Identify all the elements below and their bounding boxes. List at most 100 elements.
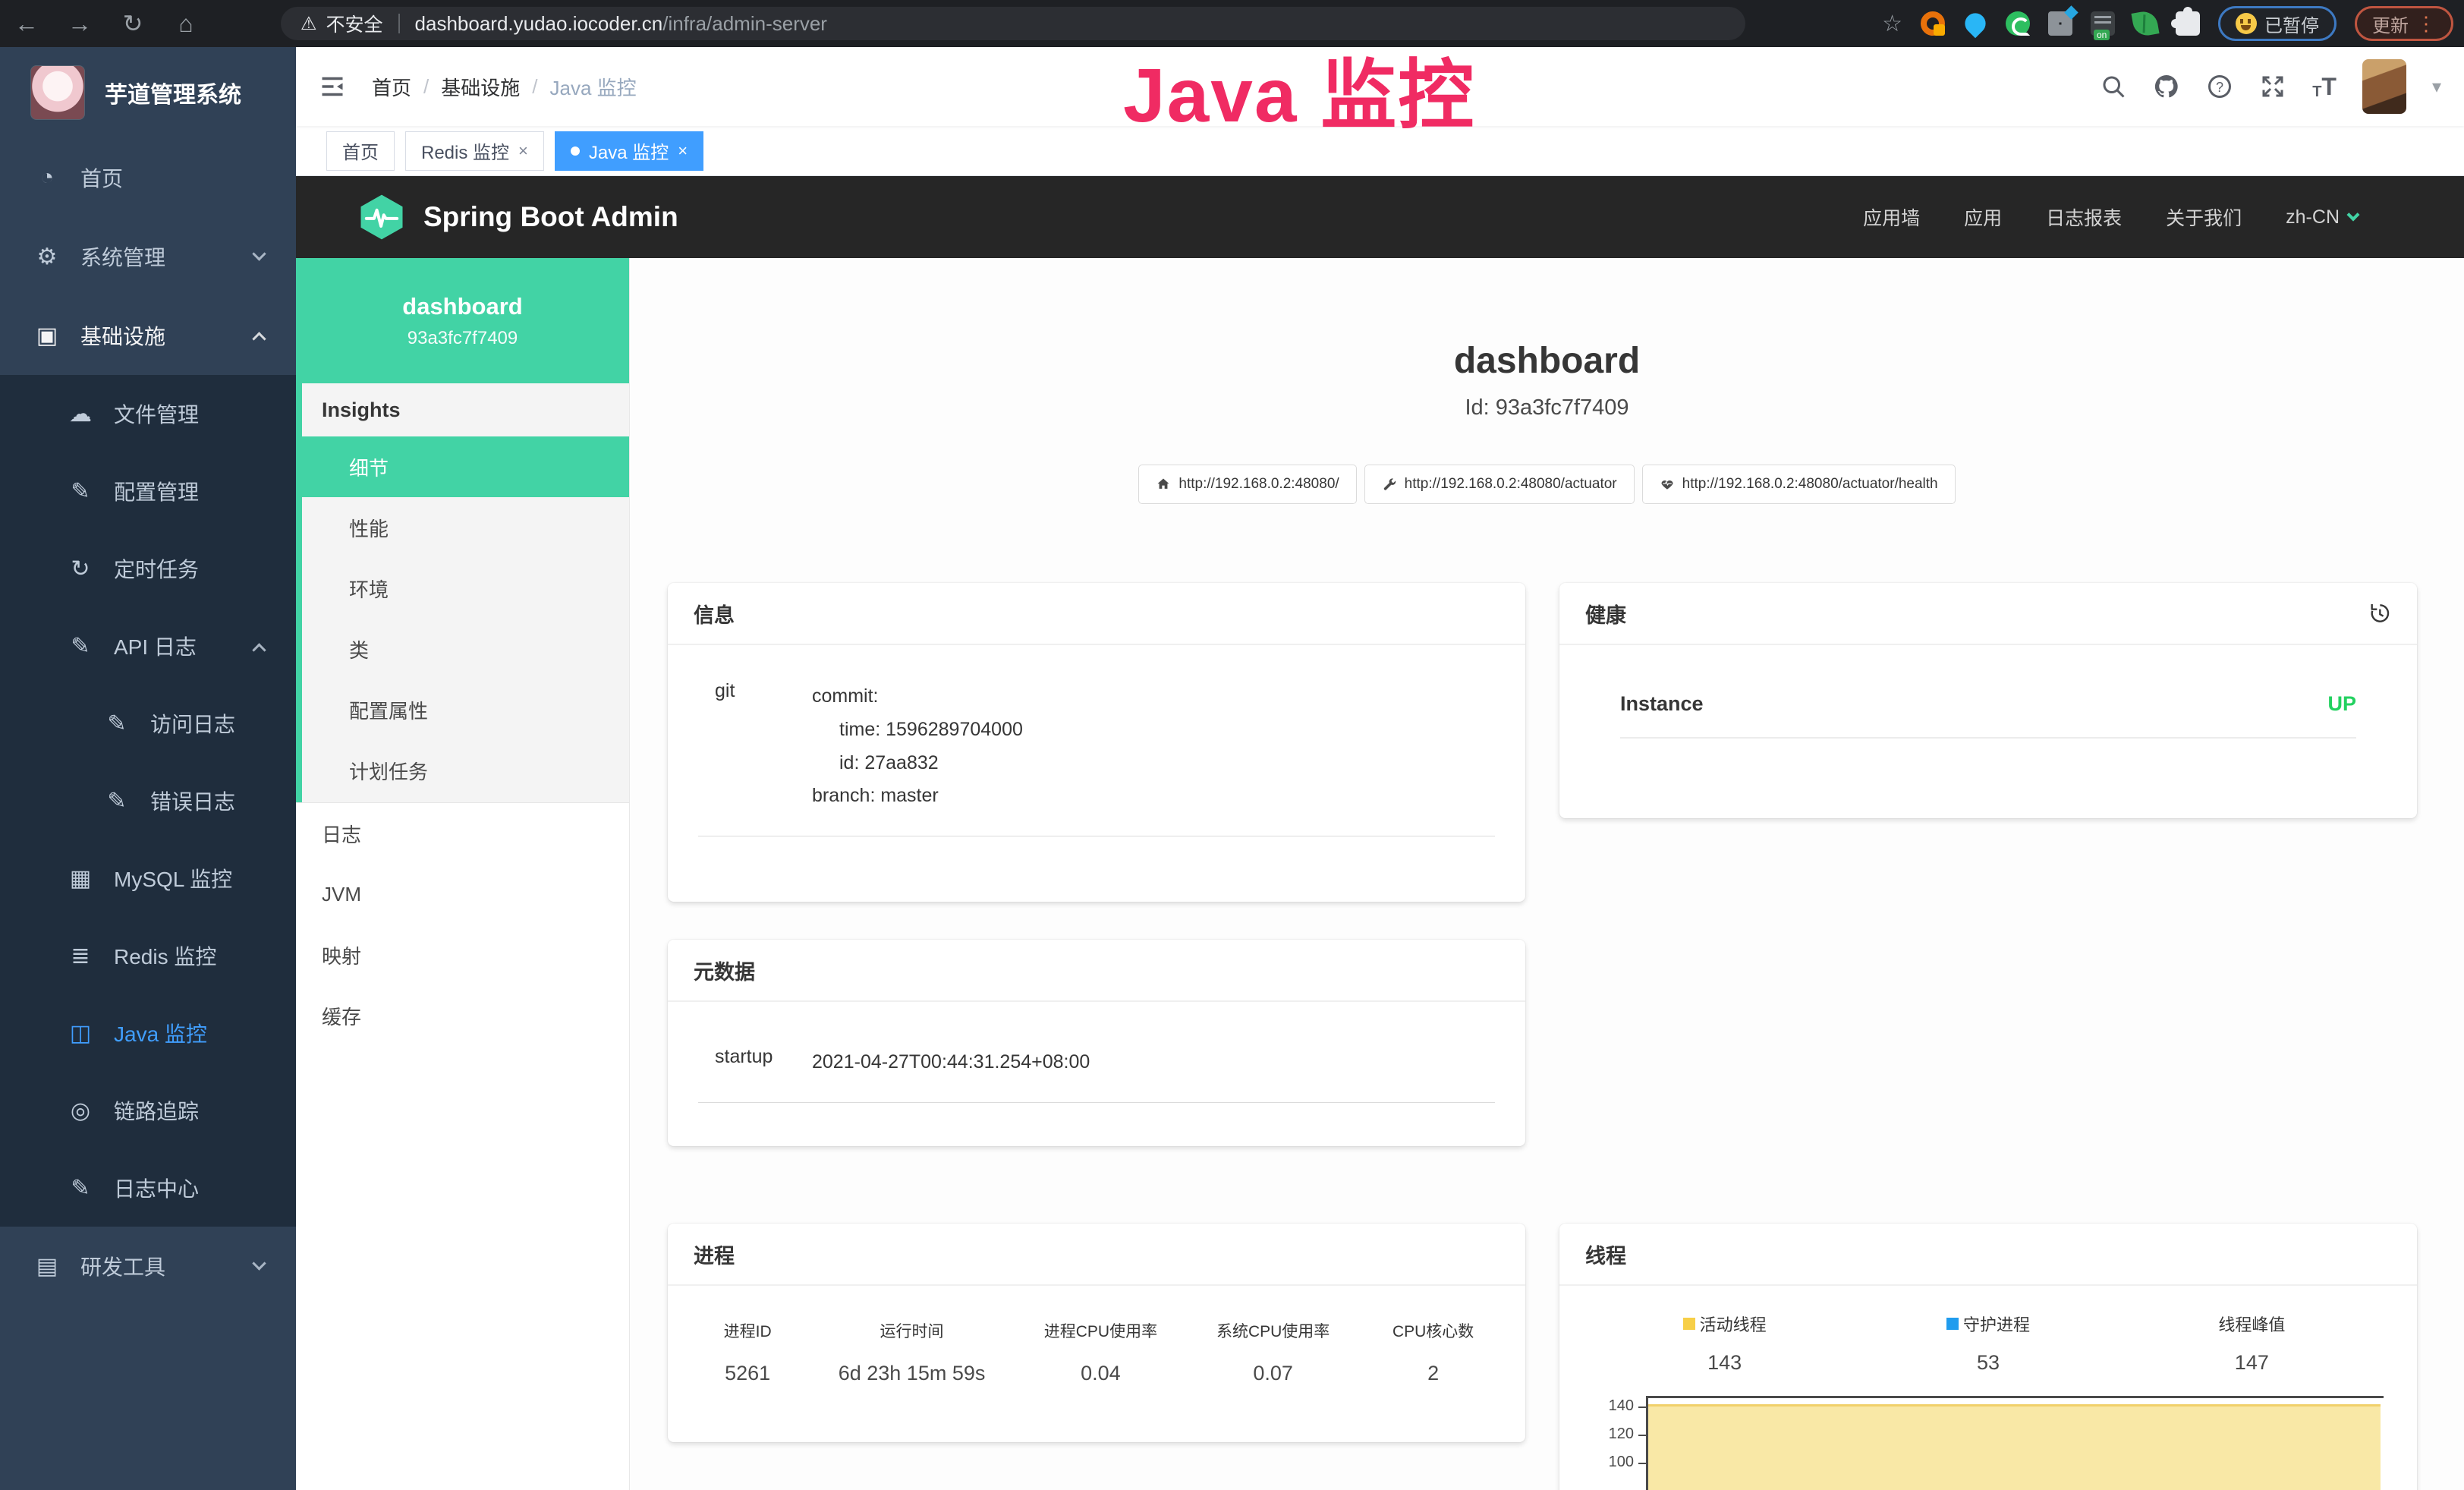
bookmark-star-icon[interactable] <box>1882 11 1902 37</box>
browser-back-icon[interactable] <box>0 10 53 38</box>
user-avatar[interactable] <box>2362 59 2406 114</box>
sidebar-item-label: 错误日志 <box>150 786 235 816</box>
sba-item-metrics[interactable]: 性能 <box>296 497 629 558</box>
health-card-body: Instance UP <box>1559 645 2417 739</box>
search-icon[interactable] <box>2100 73 2127 100</box>
sidebar-item-scheduled-tasks[interactable]: 定时任务 <box>0 530 296 607</box>
annotation-java-monitor: Java 监控 <box>1123 33 1475 143</box>
sba-sidebar: dashboard 93a3fc7f7409 Insights 细节 性能 环境… <box>296 258 630 1490</box>
extensions-puzzle-icon[interactable] <box>2176 11 2200 36</box>
sidebar-item-trace[interactable]: 链路追踪 <box>0 1072 296 1149</box>
breadcrumb-home[interactable]: 首页 <box>372 73 411 101</box>
sba-item-scheduled-tasks[interactable]: 计划任务 <box>296 740 629 801</box>
tab-redis-monitor[interactable]: Redis 监控 <box>405 131 544 171</box>
address-bar[interactable]: 不安全 dashboard.yudao.iocoder.cn /infra/ad… <box>281 7 1745 40</box>
wrench-icon <box>1382 477 1397 492</box>
sidebar-item-mysql-monitor[interactable]: MySQL 监控 <box>0 840 296 917</box>
sba-item-classes[interactable]: 类 <box>296 619 629 679</box>
sidebar-item-error-logs[interactable]: 错误日志 <box>0 762 296 840</box>
health-url-button[interactable]: http://192.168.0.2:48080/actuator/health <box>1642 465 1956 504</box>
sidebar-item-home[interactable]: 首页 <box>0 138 296 217</box>
extension-orange-icon[interactable] <box>1921 11 1945 36</box>
browser-home-icon[interactable] <box>159 10 212 38</box>
sidebar-item-infrastructure[interactable]: 基础设施 <box>0 296 296 375</box>
sidebar-item-system-management[interactable]: 系统管理 <box>0 217 296 296</box>
instance-id-subtitle: Id: 93a3fc7f7409 <box>630 395 2464 421</box>
edit-icon <box>102 710 132 737</box>
browser-menu-dots-icon[interactable] <box>2416 12 2436 36</box>
emoji-face-icon <box>2236 13 2257 34</box>
font-size-icon[interactable] <box>2312 73 2337 101</box>
update-chip[interactable]: 更新 <box>2355 6 2453 41</box>
sba-nav-about[interactable]: 关于我们 <box>2166 203 2242 231</box>
browser-reload-icon[interactable] <box>106 9 159 38</box>
avatar-caret-icon[interactable] <box>2432 76 2441 98</box>
sba-item-environment[interactable]: 环境 <box>296 558 629 619</box>
tab-java-monitor[interactable]: Java 监控 <box>555 131 703 171</box>
extension-leaf-icon[interactable] <box>2131 9 2159 37</box>
sidebar-item-log-center[interactable]: 日志中心 <box>0 1149 296 1227</box>
actuator-url-button[interactable]: http://192.168.0.2:48080/actuator <box>1364 465 1635 504</box>
briefcase-icon <box>32 1253 62 1280</box>
breadcrumb-separator <box>532 75 537 99</box>
service-url-button[interactable]: http://192.168.0.2:48080/ <box>1138 465 1356 504</box>
extension-switch-icon[interactable] <box>2091 11 2115 36</box>
instance-header[interactable]: dashboard 93a3fc7f7409 <box>296 258 629 383</box>
sidebar-item-config-management[interactable]: 配置管理 <box>0 452 296 530</box>
breadcrumb-infrastructure[interactable]: 基础设施 <box>441 73 520 101</box>
sba-nav-journal[interactable]: 日志报表 <box>2046 203 2122 231</box>
sba-item-config-props[interactable]: 配置属性 <box>296 679 629 740</box>
sidebar-item-label: 日志中心 <box>114 1173 199 1203</box>
sba-brand-title: Spring Boot Admin <box>423 201 678 233</box>
admin-sidebar: 芋道管理系统 首页 系统管理 基础设施 文件管理 配置管理 <box>0 47 296 1490</box>
startup-key: startup <box>698 1046 812 1079</box>
health-instance-label: Instance <box>1620 692 1704 716</box>
process-card-header: 进程 <box>668 1224 1525 1286</box>
insights-group: Insights 细节 性能 环境 类 配置属性 计划任务 <box>296 383 629 803</box>
browser-forward-icon[interactable] <box>53 10 106 38</box>
live-threads-band <box>1648 1404 2381 1490</box>
sba-item-mappings[interactable]: 映射 <box>296 925 629 985</box>
sba-item-caches[interactable]: 缓存 <box>296 985 629 1046</box>
sidebar-item-api-logs[interactable]: API 日志 <box>0 607 296 685</box>
update-label: 更新 <box>2372 11 2409 37</box>
legend-live-threads: 活动线程 <box>1683 1312 1767 1336</box>
github-icon[interactable] <box>2153 73 2180 100</box>
extension-pin-icon[interactable] <box>1961 9 1990 38</box>
sidebar-item-label: 链路追踪 <box>114 1095 199 1126</box>
locale-selector[interactable]: zh-CN <box>2286 206 2358 228</box>
sba-item-logs[interactable]: 日志 <box>296 803 629 864</box>
tab-home[interactable]: 首页 <box>326 131 395 171</box>
sba-item-details[interactable]: 细节 <box>296 436 629 497</box>
paused-chip[interactable]: 已暂停 <box>2218 6 2337 41</box>
sidebar-item-file-management[interactable]: 文件管理 <box>0 375 296 452</box>
info-card-header: 信息 <box>668 583 1525 645</box>
sidebar-fold-icon[interactable] <box>319 73 346 100</box>
health-instance-row[interactable]: Instance UP <box>1620 692 2356 739</box>
sidebar-item-label: 访问日志 <box>150 708 235 739</box>
sba-nav-wallboard[interactable]: 应用墙 <box>1863 203 1920 231</box>
sidebar-item-access-logs[interactable]: 访问日志 <box>0 685 296 762</box>
sidebar-item-java-monitor[interactable]: Java 监控 <box>0 994 296 1072</box>
sba-nav-applications[interactable]: 应用 <box>1964 203 2002 231</box>
chart-y-axis: 140 120 100 <box>1593 1396 1646 1490</box>
cloud-upload-icon <box>65 401 96 427</box>
java-monitor-icon <box>65 1020 96 1047</box>
sba-navbar: Spring Boot Admin 应用墙 应用 日志报表 关于我们 zh-CN <box>296 176 2464 258</box>
close-icon[interactable] <box>518 141 528 161</box>
sba-item-jvm[interactable]: JVM <box>296 864 629 925</box>
sidebar-item-dev-tools[interactable]: 研发工具 <box>0 1227 296 1306</box>
help-icon[interactable]: ? <box>2206 73 2233 100</box>
edit-icon <box>65 478 96 505</box>
extension-yuque-icon[interactable] <box>2006 11 2030 36</box>
not-secure-warning-icon <box>301 13 317 35</box>
process-col-pid: 进程ID <box>686 1319 809 1342</box>
health-url: http://192.168.0.2:48080/actuator/health <box>1682 476 1938 493</box>
sidebar-item-redis-monitor[interactable]: Redis 监控 <box>0 917 296 994</box>
close-icon[interactable] <box>678 141 688 161</box>
fullscreen-icon[interactable] <box>2259 73 2286 100</box>
history-icon[interactable] <box>2367 601 2391 625</box>
extension-grid-icon[interactable] <box>2048 11 2072 36</box>
edit-icon <box>65 1175 96 1202</box>
screen: 不安全 dashboard.yudao.iocoder.cn /infra/ad… <box>0 0 2464 1490</box>
